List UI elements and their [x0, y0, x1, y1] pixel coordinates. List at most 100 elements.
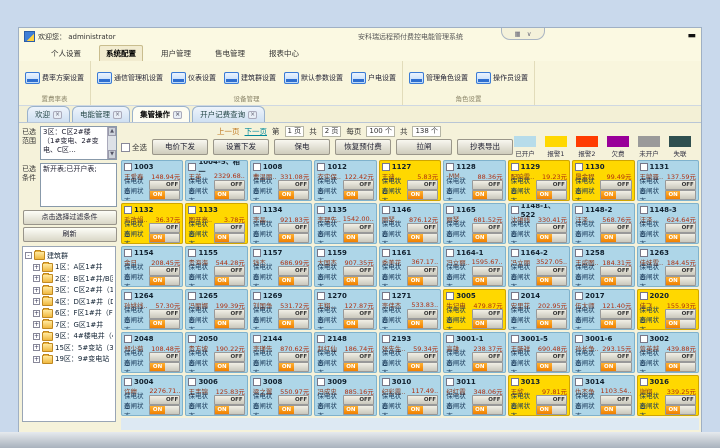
toggle-off-segment[interactable]: [680, 320, 695, 328]
switch-toggle[interactable]: ON: [536, 405, 567, 415]
toggle-off-segment[interactable]: OFF: [616, 353, 631, 361]
switch-toggle[interactable]: ON: [149, 362, 180, 372]
card-checkbox[interactable]: [317, 249, 325, 257]
toggle-off-segment[interactable]: [487, 191, 502, 199]
toggle-off-segment[interactable]: [294, 191, 309, 199]
menu-item-售电管理[interactable]: 售电管理: [209, 46, 251, 61]
toggle-on-segment[interactable]: ON: [408, 363, 423, 371]
toggle-off-segment[interactable]: OFF: [487, 267, 502, 275]
toggle-off-segment[interactable]: OFF: [165, 353, 180, 361]
toggle-on-segment[interactable]: ON: [215, 320, 230, 328]
toggle-on-segment[interactable]: [473, 353, 488, 361]
power-keep-toggle[interactable]: OFF: [407, 352, 438, 362]
toggle-off-segment[interactable]: [358, 320, 373, 328]
menu-item-个人设置[interactable]: 个人设置: [45, 46, 87, 61]
scroll-up-icon[interactable]: ▲: [108, 127, 116, 136]
power-keep-toggle[interactable]: OFF: [536, 180, 567, 190]
toggle-on-segment[interactable]: ON: [537, 191, 552, 199]
toggle-off-segment[interactable]: [616, 234, 631, 242]
toggle-off-segment[interactable]: OFF: [487, 181, 502, 189]
toggle-off-segment[interactable]: [680, 406, 695, 414]
toggle-off-segment[interactable]: [680, 363, 695, 371]
card-checkbox[interactable]: [253, 163, 261, 171]
toggle-off-segment[interactable]: OFF: [165, 396, 180, 404]
tree-item[interactable]: +4区：D区1#井（D区1…: [25, 297, 113, 307]
expand-icon[interactable]: +: [33, 344, 40, 351]
toggle-on-segment[interactable]: [279, 181, 294, 189]
card-checkbox[interactable]: [317, 206, 325, 214]
ribbon-toggle-control[interactable]: ▦ ∨: [501, 28, 545, 40]
toggle-off-segment[interactable]: OFF: [487, 224, 502, 232]
toggle-off-segment[interactable]: OFF: [358, 224, 373, 232]
toggle-off-segment[interactable]: [294, 277, 309, 285]
expand-icon[interactable]: +: [33, 321, 40, 328]
toggle-on-segment[interactable]: ON: [408, 234, 423, 242]
card-checkbox[interactable]: [446, 292, 454, 300]
toggle-off-segment[interactable]: OFF: [423, 396, 438, 404]
toggle-on-segment[interactable]: [344, 181, 359, 189]
toggle-on-segment[interactable]: [215, 267, 230, 275]
toggle-on-segment[interactable]: ON: [150, 406, 165, 414]
toggle-on-segment[interactable]: [601, 181, 616, 189]
power-keep-toggle[interactable]: OFF: [214, 223, 245, 233]
card-checkbox[interactable]: [640, 378, 648, 386]
toggle-off-segment[interactable]: OFF: [294, 224, 309, 232]
toggle-off-segment[interactable]: OFF: [229, 396, 244, 404]
card-checkbox[interactable]: [188, 163, 196, 171]
switch-toggle[interactable]: ON: [600, 276, 631, 286]
tree-item[interactable]: +3区：C区2#井（1#变…: [25, 285, 113, 295]
toggle-on-segment[interactable]: [601, 310, 616, 318]
card-checkbox[interactable]: [640, 206, 648, 214]
page-number-select[interactable]: 1 页: [285, 126, 305, 137]
toggle-on-segment[interactable]: ON: [344, 191, 359, 199]
toggle-on-segment[interactable]: ON: [150, 234, 165, 242]
toggle-off-segment[interactable]: OFF: [358, 267, 373, 275]
toggle-off-segment[interactable]: OFF: [423, 310, 438, 318]
tree-item[interactable]: +15区：5#变站（3#变…: [25, 343, 113, 353]
power-keep-toggle[interactable]: OFF: [278, 395, 309, 405]
card-checkbox[interactable]: [446, 378, 454, 386]
toggle-off-segment[interactable]: OFF: [358, 181, 373, 189]
toggle-off-segment[interactable]: OFF: [229, 181, 244, 189]
toggle-on-segment[interactable]: ON: [344, 234, 359, 242]
toggle-off-segment[interactable]: OFF: [487, 353, 502, 361]
card-checkbox[interactable]: [382, 335, 390, 343]
switch-toggle[interactable]: ON: [407, 190, 438, 200]
card-checkbox[interactable]: [124, 249, 132, 257]
scroll-down-icon[interactable]: ▼: [108, 150, 116, 159]
toggle-off-segment[interactable]: [165, 277, 180, 285]
close-icon[interactable]: ×: [113, 111, 122, 119]
toggle-on-segment[interactable]: ON: [666, 277, 681, 285]
refresh-button[interactable]: 刷新: [23, 227, 117, 242]
power-keep-toggle[interactable]: OFF: [214, 266, 245, 276]
toggle-on-segment[interactable]: [150, 224, 165, 232]
close-icon[interactable]: ×: [173, 111, 182, 119]
toggle-on-segment[interactable]: [473, 310, 488, 318]
toggle-on-segment[interactable]: [344, 224, 359, 232]
tab-欢迎[interactable]: 欢迎×: [27, 106, 70, 122]
card-checkbox[interactable]: [575, 378, 583, 386]
menu-item-用户管理[interactable]: 用户管理: [155, 46, 197, 61]
ribbon-button-操作员设置[interactable]: 操作员设置: [476, 72, 528, 84]
switch-toggle[interactable]: ON: [149, 319, 180, 329]
toggle-on-segment[interactable]: [279, 353, 294, 361]
toggle-on-segment[interactable]: ON: [408, 191, 423, 199]
power-keep-toggle[interactable]: OFF: [600, 180, 631, 190]
toggle-off-segment[interactable]: [165, 234, 180, 242]
toggle-on-segment[interactable]: ON: [601, 363, 616, 371]
toggle-on-segment[interactable]: [344, 310, 359, 318]
card-checkbox[interactable]: [446, 335, 454, 343]
card-checkbox[interactable]: [317, 378, 325, 386]
power-keep-toggle[interactable]: OFF: [472, 352, 503, 362]
toggle-off-segment[interactable]: OFF: [552, 267, 567, 275]
toggle-on-segment[interactable]: [537, 181, 552, 189]
card-checkbox[interactable]: [511, 292, 519, 300]
switch-toggle[interactable]: ON: [665, 405, 696, 415]
switch-toggle[interactable]: ON: [407, 276, 438, 286]
toggle-on-segment[interactable]: ON: [537, 320, 552, 328]
card-checkbox[interactable]: [511, 206, 519, 214]
toggle-on-segment[interactable]: ON: [408, 320, 423, 328]
switch-toggle[interactable]: ON: [536, 233, 567, 243]
switch-toggle[interactable]: ON: [472, 276, 503, 286]
toggle-off-segment[interactable]: [423, 363, 438, 371]
